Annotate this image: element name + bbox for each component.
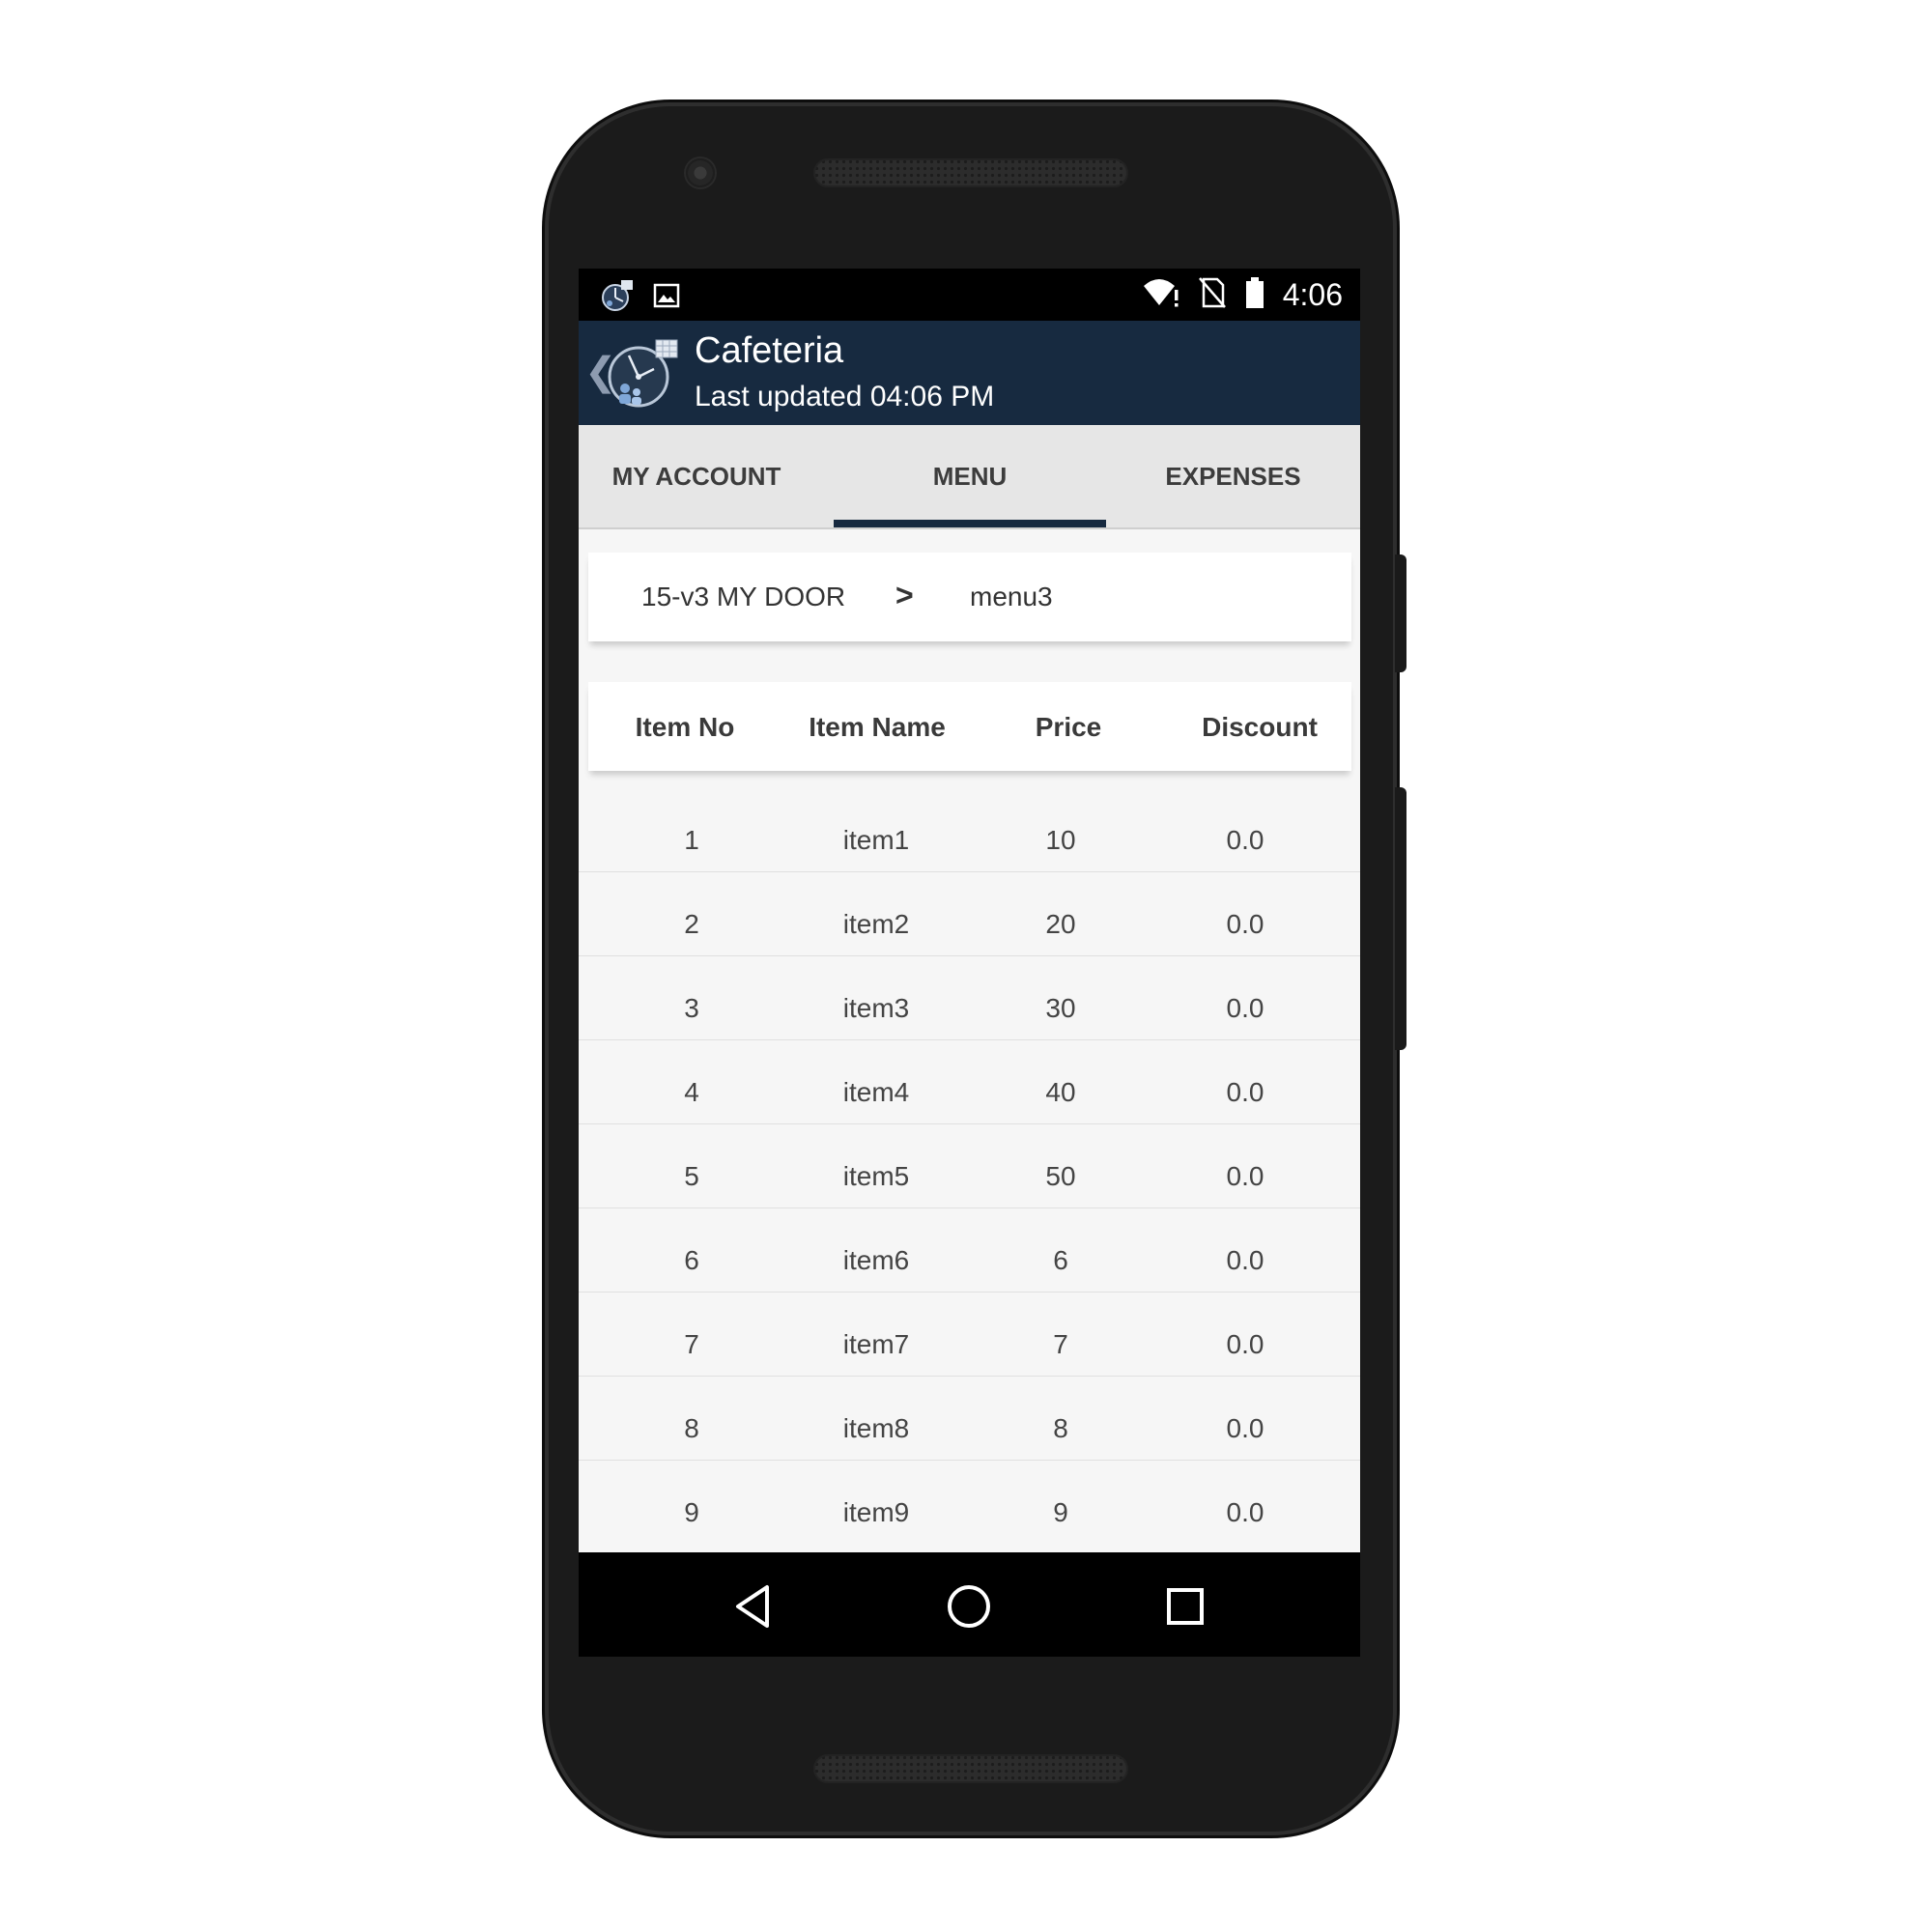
item-name-cell: item2 xyxy=(842,909,910,939)
breadcrumb-separator: > xyxy=(895,578,914,612)
no-sim-icon xyxy=(1198,276,1227,313)
item-no-cell: 2 xyxy=(684,909,699,939)
battery-icon xyxy=(1244,276,1265,313)
home-circle-icon[interactable] xyxy=(942,1579,996,1634)
front-camera xyxy=(686,158,715,187)
clock: 4:06 xyxy=(1282,276,1343,312)
column-header-discount: Discount xyxy=(1202,712,1318,742)
discount-cell: 0.0 xyxy=(1226,993,1264,1023)
item-name-cell: item3 xyxy=(842,993,910,1023)
table-row[interactable]: 5 item5 50 0.0 xyxy=(579,1124,1360,1208)
app-notification-icon xyxy=(600,278,635,317)
tab-bar: MY ACCOUNT MENU EXPENSES xyxy=(579,425,1360,529)
price-cell: 30 xyxy=(1045,993,1076,1023)
status-bar: 4:06 xyxy=(579,269,1360,321)
table-row[interactable]: 2 item2 20 0.0 xyxy=(579,872,1360,956)
item-no-cell: 6 xyxy=(684,1245,699,1275)
column-header-item-no: Item No xyxy=(635,712,735,742)
table-row[interactable]: 4 item4 40 0.0 xyxy=(579,1040,1360,1124)
item-name-cell: item9 xyxy=(842,1497,910,1527)
tab-expenses[interactable]: EXPENSES xyxy=(1106,425,1360,527)
app-toolbar: ❮ Cafeteria Last updated 04:06 PM xyxy=(579,321,1360,425)
price-cell: 50 xyxy=(1045,1161,1076,1191)
table-row[interactable]: 3 item3 30 0.0 xyxy=(579,956,1360,1040)
selected-tab-indicator xyxy=(834,520,1106,527)
item-no-cell: 3 xyxy=(684,993,699,1023)
price-cell: 40 xyxy=(1045,1077,1076,1107)
discount-cell: 0.0 xyxy=(1226,825,1264,855)
back-triangle-icon[interactable] xyxy=(728,1579,782,1634)
page-title: Cafeteria xyxy=(695,330,844,371)
discount-cell: 0.0 xyxy=(1226,1161,1264,1191)
tab-menu[interactable]: MENU xyxy=(834,425,1106,527)
breadcrumb-location[interactable]: 15-v3 MY DOOR xyxy=(641,582,845,612)
item-no-cell: 9 xyxy=(684,1497,699,1527)
recents-square-icon[interactable] xyxy=(1158,1579,1212,1634)
column-header-price: Price xyxy=(1035,712,1102,742)
item-name-cell: item1 xyxy=(842,825,910,855)
table-row[interactable]: 9 item9 9 0.0 xyxy=(579,1461,1360,1544)
discount-cell: 0.0 xyxy=(1226,1329,1264,1359)
discount-cell: 0.0 xyxy=(1226,1245,1264,1275)
bottom-speaker-grille xyxy=(813,1754,1128,1783)
top-speaker-grille xyxy=(813,158,1128,187)
item-no-cell: 4 xyxy=(684,1077,699,1107)
volume-rocker xyxy=(1395,787,1406,1050)
price-cell: 8 xyxy=(1053,1413,1068,1443)
table-header: Item No Item Name Price Discount xyxy=(588,682,1351,771)
menu-items-list[interactable]: 1 item1 10 0.0 2 item2 20 0.0 3 item3 30… xyxy=(579,788,1360,1544)
discount-cell: 0.0 xyxy=(1226,1413,1264,1443)
system-nav-bar xyxy=(579,1552,1360,1657)
app-logo-icon[interactable] xyxy=(606,336,679,410)
item-name-cell: item4 xyxy=(842,1077,910,1107)
discount-cell: 0.0 xyxy=(1226,909,1264,939)
price-cell: 9 xyxy=(1053,1497,1068,1527)
last-updated-text: Last updated 04:06 PM xyxy=(695,381,995,412)
item-name-cell: item6 xyxy=(842,1245,910,1275)
item-no-cell: 1 xyxy=(684,825,699,855)
table-row[interactable]: 8 item8 8 0.0 xyxy=(579,1377,1360,1461)
power-button xyxy=(1395,554,1406,672)
discount-cell: 0.0 xyxy=(1226,1497,1264,1527)
phone-screen: 4:06 ❮ Cafeteria Last updated 04:06 PM M… xyxy=(579,269,1360,1657)
price-cell: 6 xyxy=(1053,1245,1068,1275)
item-no-cell: 8 xyxy=(684,1413,699,1443)
item-no-cell: 5 xyxy=(684,1161,699,1191)
price-cell: 7 xyxy=(1053,1329,1068,1359)
table-row[interactable]: 1 item1 10 0.0 xyxy=(579,788,1360,872)
item-no-cell: 7 xyxy=(684,1329,699,1359)
tab-my-account[interactable]: MY ACCOUNT xyxy=(579,425,814,527)
table-row[interactable]: 7 item7 7 0.0 xyxy=(579,1293,1360,1377)
breadcrumb: 15-v3 MY DOOR > menu3 xyxy=(588,553,1351,641)
item-name-cell: item7 xyxy=(842,1329,910,1359)
column-header-item-name: Item Name xyxy=(809,712,946,742)
wifi-alert-icon xyxy=(1142,276,1180,313)
item-name-cell: item5 xyxy=(842,1161,910,1191)
price-cell: 10 xyxy=(1045,825,1076,855)
discount-cell: 0.0 xyxy=(1226,1077,1264,1107)
image-icon xyxy=(652,281,681,314)
item-name-cell: item8 xyxy=(842,1413,910,1443)
breadcrumb-current: menu3 xyxy=(970,582,1053,611)
price-cell: 20 xyxy=(1045,909,1076,939)
table-row[interactable]: 6 item6 6 0.0 xyxy=(579,1208,1360,1293)
